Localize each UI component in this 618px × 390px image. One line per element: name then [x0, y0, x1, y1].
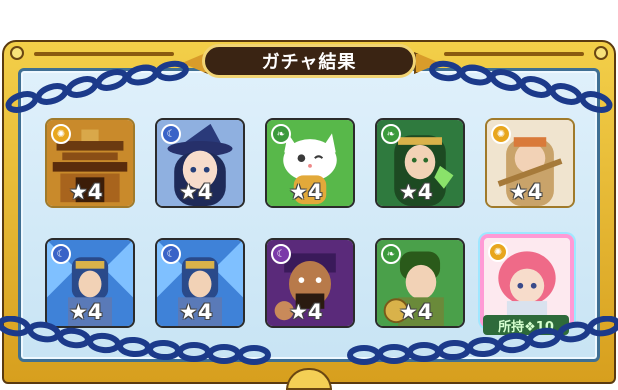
element-icon: ☾: [51, 244, 71, 264]
rarity-stars: ★4: [69, 300, 103, 324]
result-card[interactable]: ☾ ★4: [155, 118, 245, 208]
rarity-stars: ★4: [509, 180, 543, 204]
rarity-stars: ★4: [289, 300, 323, 324]
rarity-stars: ★4: [399, 300, 433, 324]
rarity-stars: ★4: [289, 180, 323, 204]
rarity-stars: ★4: [179, 300, 213, 324]
result-card[interactable]: ✺ ★4: [485, 118, 575, 208]
element-icon: ✺: [488, 242, 508, 262]
bolt-icon: [594, 46, 608, 60]
bolt-icon: [10, 46, 24, 60]
rarity-stars: ★4: [69, 180, 103, 204]
element-icon: ❧: [271, 124, 291, 144]
dialog-title: ガチャ結果: [261, 52, 357, 73]
result-card[interactable]: ✺ ★4: [45, 118, 135, 208]
result-card[interactable]: ☾ ★4: [155, 238, 245, 328]
rarity-stars: ★4: [399, 180, 433, 204]
title-plate: ガチャ結果: [202, 44, 416, 78]
owned-count-badge: 所持❖10: [483, 315, 569, 335]
element-icon: ☾: [161, 244, 181, 264]
result-card[interactable]: ❧ ★4: [375, 118, 465, 208]
element-icon: ❧: [381, 244, 401, 264]
result-card[interactable]: ☾ ★4: [45, 238, 135, 328]
result-card[interactable]: ☾ ★4: [265, 238, 355, 328]
frame-trim: [444, 52, 584, 56]
element-icon: ✺: [51, 124, 71, 144]
rarity-stars: ★4: [179, 180, 213, 204]
result-card[interactable]: ❧ ★4: [265, 118, 355, 208]
result-card-new[interactable]: ✺: [480, 234, 574, 328]
element-icon: ❧: [381, 124, 401, 144]
element-icon: ✺: [491, 124, 511, 144]
result-card[interactable]: ❧ ★4: [375, 238, 465, 328]
frame-trim: [34, 52, 174, 56]
element-icon: ☾: [271, 244, 291, 264]
element-icon: ☾: [161, 124, 181, 144]
